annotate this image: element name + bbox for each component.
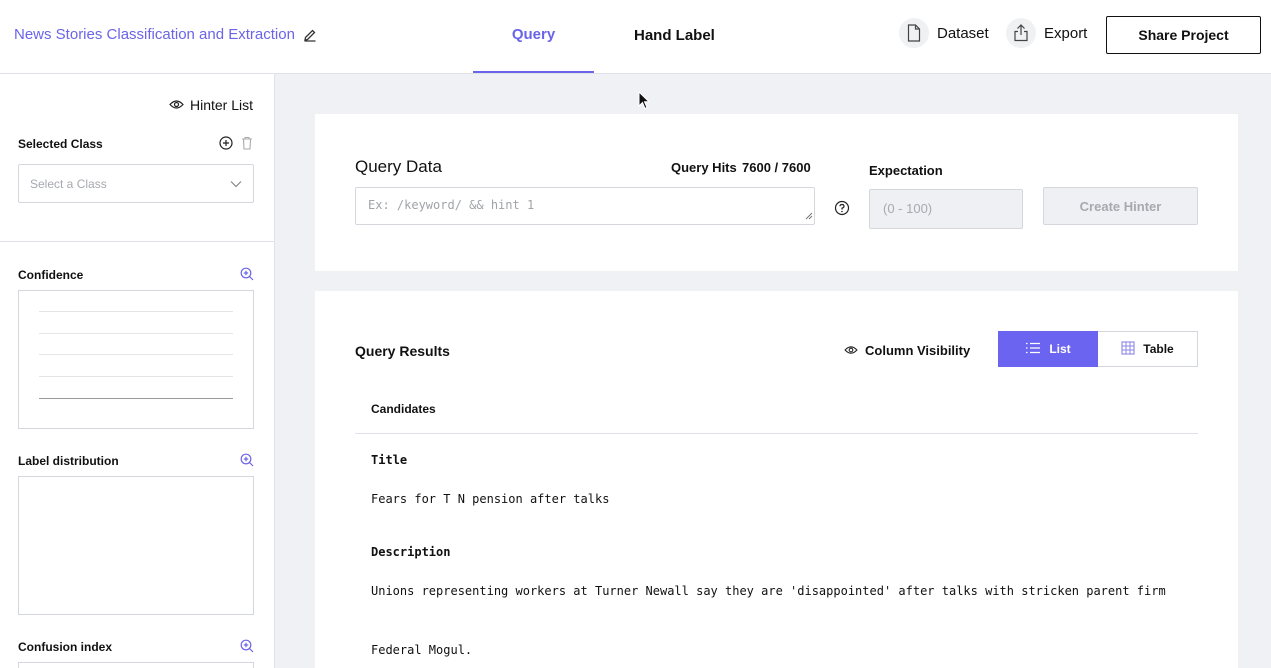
zoom-in-icon[interactable] [240,453,254,472]
grid-line [39,333,233,334]
help-icon[interactable] [834,200,850,221]
label-distribution-label: Label distribution [18,454,119,468]
query-data-title: Query Data [355,157,442,176]
mouse-cursor-icon [638,90,651,115]
grid-line [39,311,233,312]
field-label-title: Title [371,453,408,467]
query-results-title: Query Results [355,343,450,359]
eye-icon [844,343,858,358]
expectation-input[interactable]: (0 - 100) [869,189,1023,229]
confidence-label: Confidence [18,268,84,282]
resize-grip-icon[interactable] [805,209,813,223]
table-view-button[interactable]: Table [1098,331,1198,367]
create-hinter-button[interactable]: Create Hinter [1043,187,1198,225]
query-input-placeholder: Ex: /keyword/ && hint 1 [368,198,535,212]
dataset-button[interactable]: Dataset [899,18,989,48]
edit-pencil-icon[interactable] [303,28,317,42]
active-tab-underline [473,71,594,73]
list-view-label: List [1049,342,1071,356]
share-project-button[interactable]: Share Project [1106,16,1261,54]
zoom-in-icon[interactable] [240,267,254,286]
field-label-description: Description [371,545,451,559]
query-hits-label: Query Hits [671,160,737,175]
zoom-in-icon[interactable] [240,639,254,658]
confusion-index-label: Confusion index [18,640,112,654]
query-input[interactable]: Ex: /keyword/ && hint 1 [355,187,815,225]
column-visibility-label: Column Visibility [865,343,971,358]
tab-query[interactable]: Query [473,26,594,43]
confusion-index-chart [18,662,254,668]
query-hits-value: 7600 / 7600 [742,160,811,175]
class-select-placeholder: Select a Class [30,176,107,191]
field-value-title: Fears for T N pension after talks [371,492,610,506]
grid-line [39,354,233,355]
query-panel: Query Data Query Hits 7600 / 7600 Ex: /k… [315,114,1238,271]
expectation-label: Expectation [869,163,943,178]
view-toggle: List Table [998,331,1198,367]
document-icon [899,18,929,48]
list-view-button[interactable]: List [998,331,1098,367]
sidebar: Hinter List Selected Class Select a Clas… [0,74,275,668]
tab-hand-label[interactable]: Hand Label [634,27,715,44]
export-button[interactable]: Export [1006,18,1087,48]
add-circle-icon[interactable] [219,136,233,155]
grid-line [39,376,233,377]
dataset-label: Dataset [937,24,989,42]
results-panel: Query Results Column Visibility List Tab… [315,291,1238,668]
field-value-description: Unions representing workers at Turner Ne… [371,584,1166,598]
expectation-placeholder: (0 - 100) [883,201,933,216]
selected-class-label: Selected Class [18,137,103,151]
hinter-list-toggle[interactable]: Hinter List [169,97,253,113]
sidebar-divider [0,241,274,242]
candidates-divider [355,433,1198,434]
field-value-description-cont: Federal Mogul. [371,643,473,657]
table-grid-icon [1121,340,1135,358]
eye-icon [169,97,184,113]
top-header: News Stories Classification and Extracti… [0,0,1271,74]
label-distribution-chart [18,476,254,615]
hinter-list-label: Hinter List [189,97,253,113]
chevron-down-icon [230,177,242,191]
table-view-label: Table [1143,342,1174,356]
confidence-chart [18,290,254,429]
candidates-header: Candidates [371,402,436,416]
list-icon [1025,342,1041,357]
project-title[interactable]: News Stories Classification and Extracti… [14,26,317,43]
x-axis-line [39,398,233,399]
share-upload-icon [1006,18,1036,48]
trash-icon[interactable] [241,136,253,155]
column-visibility-button[interactable]: Column Visibility [844,343,970,358]
export-label: Export [1044,24,1088,42]
project-title-text[interactable]: News Stories Classification and Extracti… [14,26,295,43]
class-select[interactable]: Select a Class [18,164,254,203]
